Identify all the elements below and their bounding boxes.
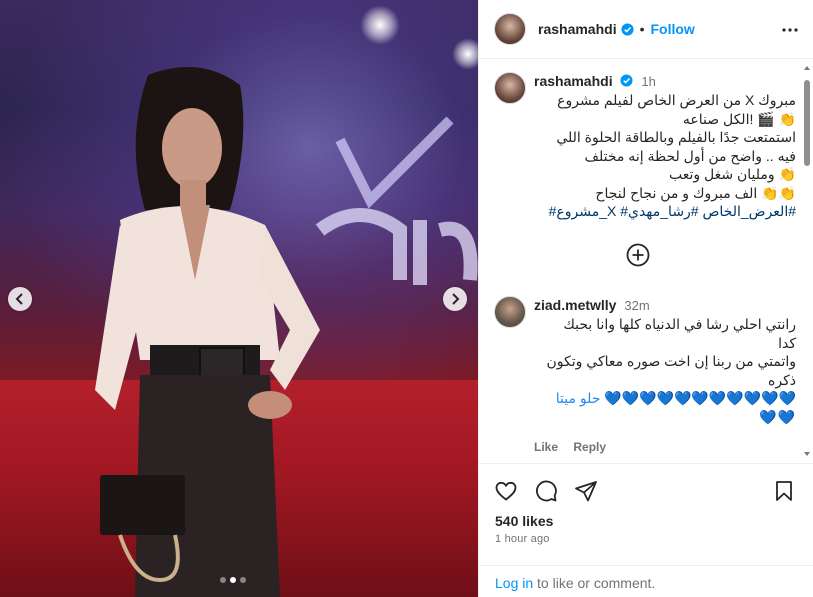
caption-line: 👏👏 الف مبروك و من نجاح لنجاح [595, 184, 796, 201]
scroll-thumb[interactable] [804, 80, 810, 166]
post-side-panel: rashamahdi • Follow rashamahdi 1h مبروك … [478, 0, 813, 597]
comment-item: ziad.metwlly 32m رانتي احلي رشا في الدني… [494, 296, 797, 454]
comment-line: 💙💙 [759, 408, 796, 425]
instagram-post-modal: rashamahdi • Follow rashamahdi 1h مبروك … [0, 0, 813, 597]
scroll-up-arrow[interactable] [804, 66, 810, 70]
plus-circle-icon[interactable] [626, 243, 650, 267]
next-photo-button[interactable] [443, 287, 467, 311]
likes-count[interactable]: 540 likes [495, 513, 553, 529]
login-link[interactable]: Log in [495, 575, 533, 591]
follow-button[interactable]: Follow [651, 21, 695, 37]
carousel-dots [220, 577, 246, 583]
carousel-dot [240, 577, 246, 583]
comment-line: واتمتي من ربنا إن اخت صوره معاكي وتكون [546, 353, 797, 369]
post-photo [0, 0, 478, 597]
more-options-icon[interactable] [780, 20, 800, 40]
comment-line: ذكره [768, 371, 796, 388]
caption-line: مبروك X من العرض الخاص لفيلم مشروع [557, 92, 796, 108]
login-prompt: Log in to like or comment. [479, 565, 813, 597]
comment-line: كدا [778, 334, 796, 351]
caption-line: 👏 ومليان شغل وتعب [668, 166, 796, 182]
commenter-avatar[interactable] [494, 296, 526, 328]
comments-scroll-area[interactable]: rashamahdi 1h مبروك X من العرض الخاص لفي… [479, 60, 813, 463]
caption-text: مبروك X من العرض الخاص لفيلم مشروع 👏 🎬 !… [534, 91, 796, 221]
paper-plane-icon[interactable] [574, 479, 598, 503]
stage-light [360, 5, 400, 45]
previous-photo-button[interactable] [8, 287, 32, 311]
header-separator: • [639, 21, 645, 37]
comment-time: 32m [624, 298, 650, 313]
caption-block: rashamahdi 1h مبروك X من العرض الخاص لفي… [494, 72, 796, 221]
author-avatar[interactable] [494, 13, 526, 45]
chevron-right-icon [452, 293, 460, 305]
carousel-dot [220, 577, 226, 583]
caption-avatar[interactable] [494, 72, 526, 104]
comment-like-button[interactable]: Like [534, 440, 558, 454]
heart-icon[interactable] [494, 479, 518, 503]
carousel-dot-active [230, 577, 236, 583]
comment-bubble-icon[interactable] [534, 479, 558, 503]
woman-figure [95, 67, 320, 597]
stage-light [452, 38, 478, 70]
caption-line: فيه .. واضح من أول لحظة إنه مختلف [584, 147, 796, 164]
verified-badge-icon [621, 22, 634, 36]
post-header: rashamahdi • Follow [479, 0, 813, 59]
post-footer: 540 likes 1 hour ago Log in to like or c… [479, 463, 813, 597]
bookmark-icon[interactable] [772, 479, 796, 503]
comment-text: رانتي احلي رشا في الدنياه كلها وانا بحبك… [534, 315, 797, 426]
caption-time: 1h [641, 74, 656, 89]
comment-reply-button[interactable]: Reply [573, 440, 606, 454]
commenter-username[interactable]: ziad.metwlly [534, 297, 616, 313]
comment-line: 💙💙💙💙💙💙💙💙💙💙💙 حلو ميتا [555, 390, 796, 406]
login-prompt-text: to like or comment. [533, 575, 656, 591]
author-username[interactable]: rashamahdi [538, 21, 617, 37]
comments-scrollbar[interactable] [803, 62, 811, 460]
caption-line: استمتعت جدًا بالفيلم وبالطاقة الحلوة الل… [556, 129, 796, 145]
caption-username[interactable]: rashamahdi [534, 73, 613, 89]
comment-actions: Like Reply [534, 440, 796, 454]
verified-badge-icon [620, 74, 634, 87]
chevron-left-icon [15, 293, 23, 305]
scroll-down-arrow[interactable] [804, 452, 810, 456]
caption-line: 👏 🎬 !الكل صناعه [682, 110, 796, 127]
caption-hashtags[interactable]: #العرض_الخاص #رشا_مهدي# X_مشروع# [534, 202, 796, 221]
comment-line: رانتي احلي رشا في الدنياه كلها وانا بحبك [563, 316, 796, 332]
post-timestamp: 1 hour ago [495, 533, 550, 545]
post-action-icons [494, 479, 598, 503]
